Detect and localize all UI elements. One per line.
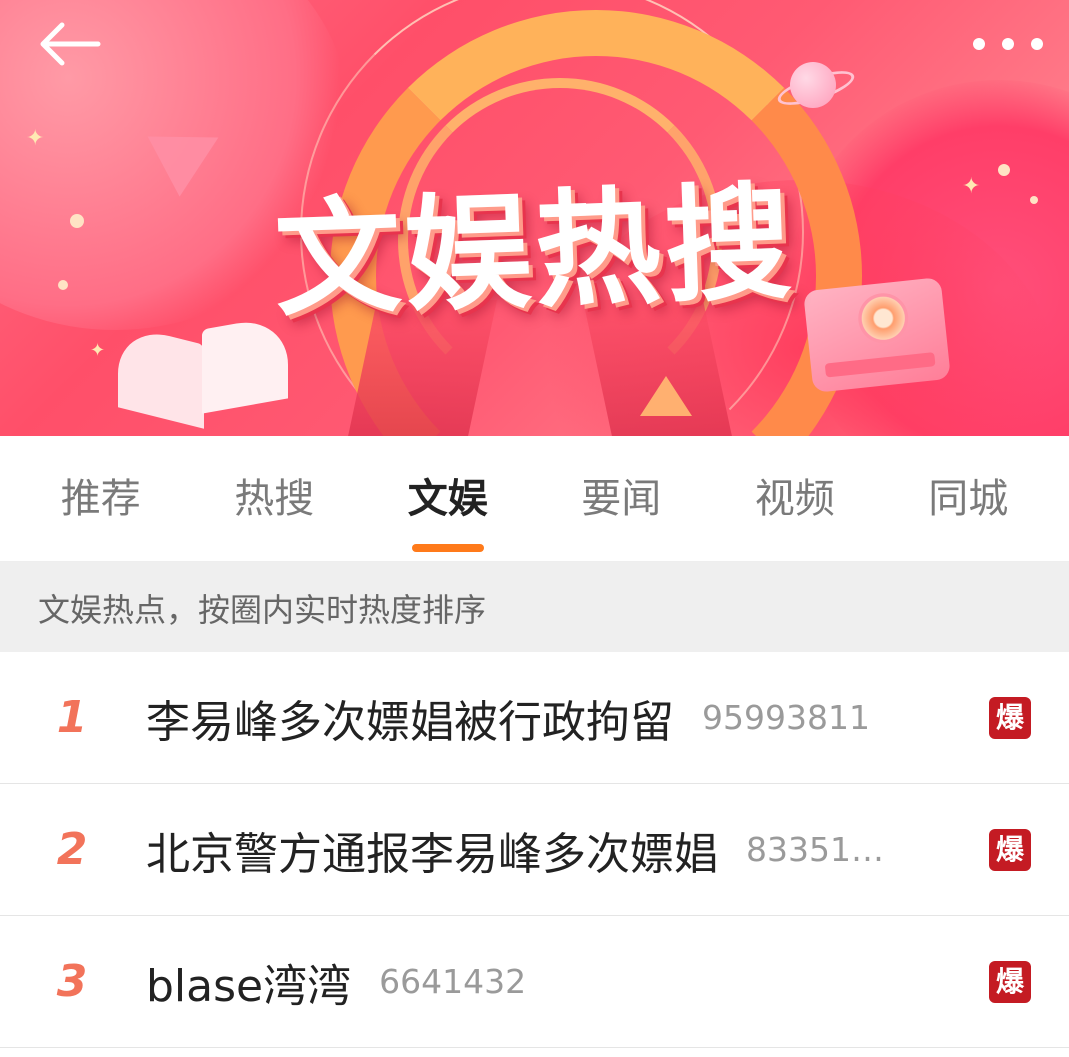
tab-local[interactable]: 同城	[922, 436, 1014, 562]
tab-label: 同城	[928, 475, 1009, 522]
item-title: 北京警方通报李易峰多次嫖娼	[146, 828, 718, 880]
tab-label: 文娱	[407, 475, 488, 522]
tab-label: 视频	[754, 475, 835, 522]
hot-badge: 爆	[989, 960, 1031, 1003]
tab-news[interactable]: 要闻	[575, 436, 667, 562]
active-tab-indicator	[411, 543, 484, 552]
tab-hot-search[interactable]: 热搜	[228, 436, 320, 562]
hot-search-list: 1 李易峰多次嫖娼被行政拘留 95993811 爆 2 北京警方通报李易峰多次嫖…	[0, 652, 1069, 1048]
rank-number: 3	[56, 956, 88, 1007]
list-item[interactable]: 3 blase湾湾 6641432 爆	[0, 916, 1069, 1048]
section-subtitle: 文娱热点，按圈内实时热度排序	[0, 562, 1069, 652]
sparkle-icon: ✦	[26, 126, 45, 151]
back-arrow-icon	[40, 22, 101, 66]
planet-icon	[790, 62, 836, 108]
category-tabs: 推荐 热搜 文娱 要闻 视频 同城	[0, 436, 1069, 562]
hot-badge: 爆	[989, 828, 1031, 871]
item-title: 李易峰多次嫖娼被行政拘留	[146, 696, 674, 748]
heat-count: 6641432	[379, 962, 527, 1001]
heat-count: 833511...	[746, 830, 894, 869]
banner-title: 文娱热搜	[272, 168, 798, 335]
tab-entertainment[interactable]: 文娱	[402, 436, 494, 562]
list-item[interactable]: 2 北京警方通报李易峰多次嫖娼 833511... 爆	[0, 784, 1069, 916]
more-button[interactable]	[973, 26, 1043, 62]
tab-video[interactable]: 视频	[749, 436, 841, 562]
tab-label: 热搜	[234, 475, 315, 522]
list-item[interactable]: 1 李易峰多次嫖娼被行政拘留 95993811 爆	[0, 652, 1069, 784]
item-title: blase湾湾	[146, 960, 352, 1012]
heat-count: 95993811	[702, 698, 870, 737]
back-button[interactable]	[36, 20, 102, 68]
header-banner: ✦ ✦ ✦ 文娱热搜	[0, 0, 1069, 436]
rank-number: 2	[56, 824, 88, 875]
more-dots-icon	[973, 38, 985, 50]
tab-label: 推荐	[60, 475, 141, 522]
banner-decoration	[640, 376, 692, 416]
more-dots-icon	[1031, 38, 1043, 50]
more-dots-icon	[1002, 38, 1014, 50]
tab-recommend[interactable]: 推荐	[55, 436, 147, 562]
tab-label: 要闻	[581, 475, 662, 522]
hot-badge: 爆	[989, 696, 1031, 739]
rank-number: 1	[56, 692, 88, 743]
